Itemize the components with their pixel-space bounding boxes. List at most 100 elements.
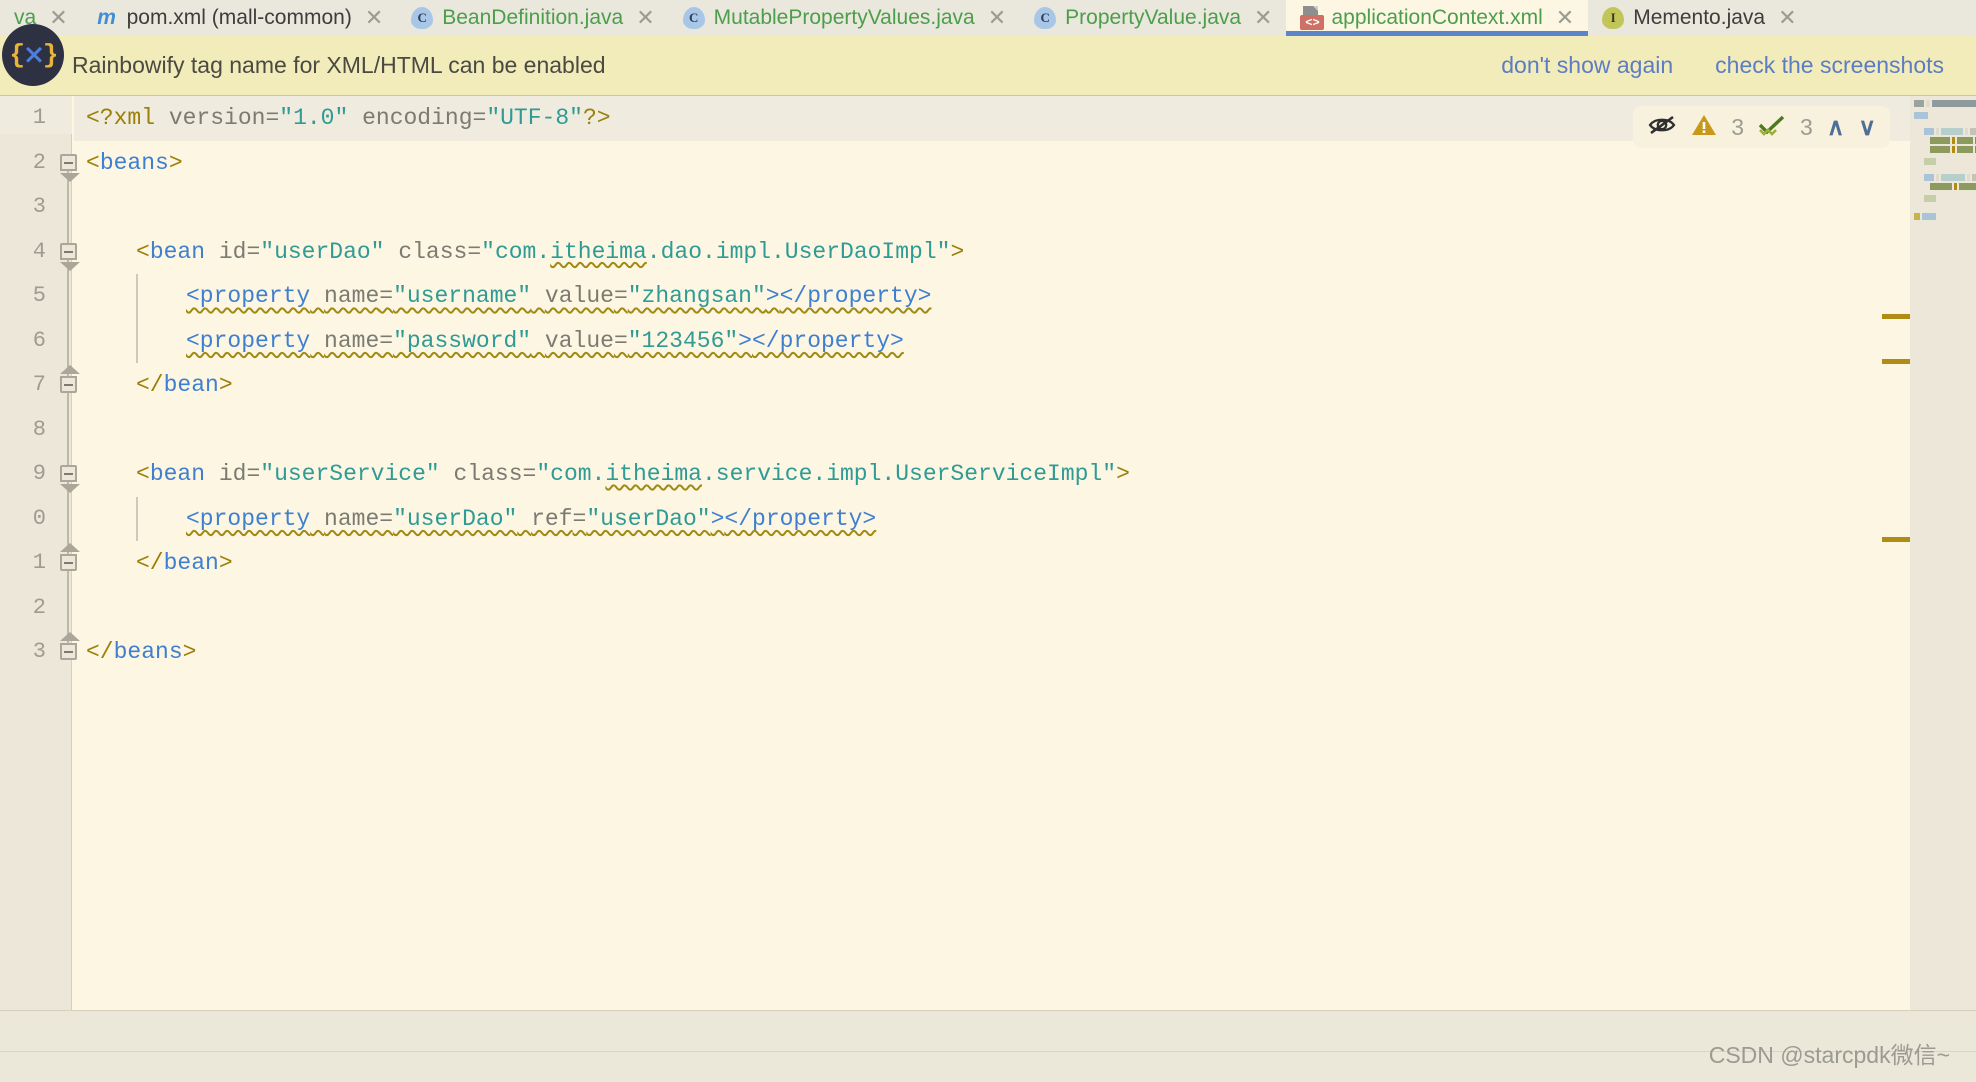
minimap-row-8: [1924, 195, 1936, 202]
code-token: beans: [114, 639, 183, 665]
fold-dash-icon: [64, 162, 73, 164]
eye-crossed-icon[interactable]: [1647, 113, 1677, 142]
code-token: "com.: [481, 239, 550, 265]
xml-file-icon: <>: [1300, 6, 1322, 30]
chevron-up-icon[interactable]: ∧: [1827, 113, 1845, 142]
minimap-block: [1959, 183, 1976, 190]
minimap-block: [1930, 183, 1952, 190]
warning-stripe-line-5[interactable]: [1882, 314, 1910, 319]
code-token: [205, 461, 219, 487]
fold-dash-icon: [64, 384, 73, 386]
code-token: </: [136, 372, 164, 398]
code-line-4[interactable]: <bean id="userDao" class="com.itheima.da…: [74, 230, 1976, 275]
code-line-12[interactable]: [74, 586, 1976, 631]
line-number: 3: [0, 630, 52, 675]
code-token: "123456": [628, 328, 738, 354]
code-content[interactable]: <?xml version="1.0" encoding="UTF-8"?><b…: [74, 96, 1976, 1010]
code-token: bean: [150, 461, 205, 487]
code-token: class: [398, 239, 467, 265]
code-token: [348, 105, 362, 131]
code-token: </property>: [724, 506, 876, 532]
editor-tab-6[interactable]: I Memento.java ✕: [1588, 0, 1810, 36]
code-token: <property: [186, 283, 310, 309]
code-line-text: </beans>: [86, 639, 196, 665]
code-line-5[interactable]: <property name="username" value="zhangsa…: [74, 274, 1976, 319]
code-token: bean: [150, 239, 205, 265]
code-editor[interactable]: 1234567890123 <?xml version="1.0" encodi…: [0, 96, 1976, 1010]
code-token: class: [454, 461, 523, 487]
minimap-block: [1936, 174, 1939, 181]
editor-tab-3[interactable]: CMutablePropertyValues.java✕: [669, 0, 1021, 36]
line-number: 2: [0, 141, 52, 186]
editor-tab-label: Memento.java: [1633, 6, 1765, 30]
code-token: beans: [100, 150, 169, 176]
minimap-block: [1952, 146, 1955, 153]
minimap-block: [1914, 213, 1920, 220]
editor-tab-1[interactable]: mpom.xml (mall-common)✕: [82, 0, 398, 36]
editor-tab-label: PropertyValue.java: [1065, 6, 1241, 30]
code-line-3[interactable]: [74, 185, 1976, 230]
editor-minimap[interactable]: [1910, 96, 1976, 1010]
code-line-8[interactable]: [74, 408, 1976, 453]
code-token: </property>: [780, 283, 932, 309]
code-token: >: [219, 372, 233, 398]
code-token: bean: [164, 372, 219, 398]
minimap-row-4: [1930, 146, 1976, 153]
editor-tab-label: BeanDefinition.java: [442, 6, 623, 30]
close-icon[interactable]: ✕: [988, 7, 1006, 29]
dont-show-again-link[interactable]: don't show again: [1501, 52, 1673, 79]
minimap-block: [1930, 137, 1950, 144]
close-icon[interactable]: ✕: [49, 7, 67, 29]
minimap-row-0: [1914, 100, 1976, 107]
minimap-row-3: [1930, 137, 1976, 144]
code-line-11[interactable]: </bean>: [74, 541, 1976, 586]
editor-tab-2[interactable]: CBeanDefinition.java✕: [397, 0, 668, 36]
close-icon[interactable]: ✕: [636, 7, 654, 29]
code-token: ?>: [583, 105, 611, 131]
check-screenshots-link[interactable]: check the screenshots: [1715, 52, 1944, 79]
code-line-7[interactable]: </bean>: [74, 363, 1976, 408]
chevron-down-icon[interactable]: ∨: [1858, 113, 1876, 142]
code-line-text: </bean>: [136, 372, 233, 398]
close-icon[interactable]: ✕: [1254, 7, 1272, 29]
green-double-check-icon[interactable]: [1758, 113, 1786, 142]
minimap-block: [1972, 174, 1976, 181]
code-token: =: [379, 506, 393, 532]
code-token: =: [523, 461, 537, 487]
code-line-13[interactable]: </beans>: [74, 630, 1976, 675]
java-interface-icon: I: [1602, 7, 1624, 29]
close-icon[interactable]: ✕: [365, 7, 383, 29]
code-line-9[interactable]: <bean id="userService" class="com.itheim…: [74, 452, 1976, 497]
code-token: <: [136, 239, 150, 265]
line-number: 5: [0, 274, 52, 319]
line-number: 6: [0, 319, 52, 364]
editor-tab-label: pom.xml (mall-common): [127, 6, 352, 30]
line-number: 2: [0, 586, 52, 631]
warning-triangle-icon[interactable]: [1691, 113, 1717, 142]
code-token: "userDao": [586, 506, 710, 532]
editor-gutter[interactable]: 1234567890123: [0, 96, 72, 1010]
code-token: [531, 283, 545, 309]
code-line-6[interactable]: <property name="password" value="123456"…: [74, 319, 1976, 364]
close-icon[interactable]: ✕: [1556, 7, 1574, 29]
code-token: [310, 506, 324, 532]
code-token: "zhangsan": [628, 283, 766, 309]
close-icon[interactable]: ✕: [1778, 7, 1796, 29]
warning-stripe-line-6[interactable]: [1882, 359, 1910, 364]
editor-tab-5[interactable]: <>applicationContext.xml✕: [1286, 0, 1588, 36]
code-token: =: [379, 328, 393, 354]
warning-stripe-line-10[interactable]: [1882, 537, 1910, 542]
warning-count: 3: [1731, 114, 1744, 141]
status-bar: CSDN @starcpdk微信~: [0, 1010, 1976, 1082]
code-token: =: [246, 461, 260, 487]
editor-tab-4[interactable]: CPropertyValue.java✕: [1020, 0, 1286, 36]
code-token: "password": [393, 328, 531, 354]
code-token: name: [324, 506, 379, 532]
inspection-widget[interactable]: 3 3 ∧ ∨: [1633, 106, 1890, 148]
code-line-10[interactable]: <property name="userDao" ref="userDao"><…: [74, 497, 1976, 542]
code-token: [310, 328, 324, 354]
notification-actions: don't show again check the screenshots: [1501, 52, 1976, 79]
code-token: >: [738, 328, 752, 354]
line-number-column: 1234567890123: [0, 96, 52, 675]
minimap-block: [1932, 100, 1976, 107]
